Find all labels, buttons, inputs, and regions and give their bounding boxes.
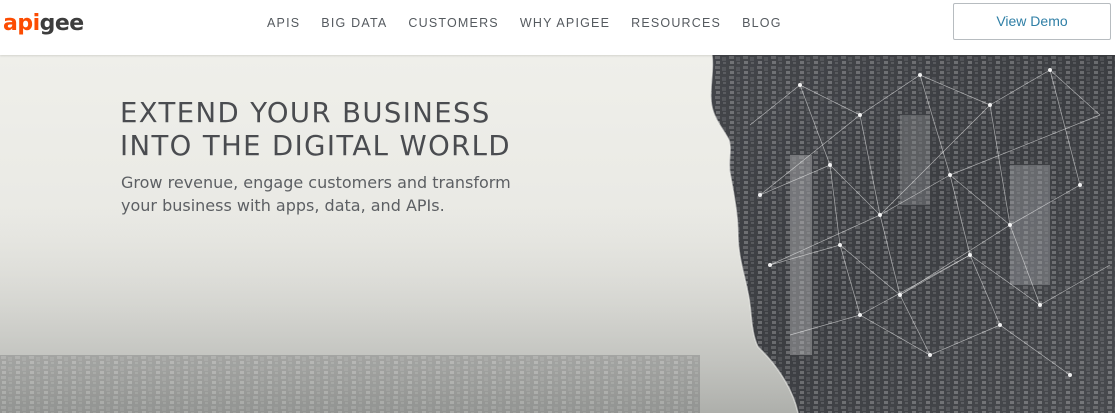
hero-subheadline-line-2: your business with apps, data, and APIs. [121, 196, 445, 215]
hero-banner: EXTEND YOUR BUSINESS INTO THE DIGITAL WO… [0, 55, 1115, 413]
hero-headline-line-2: INTO THE DIGITAL WORLD [120, 130, 511, 162]
nav-item-why-apigee[interactable]: WHY APIGEE [520, 16, 610, 30]
view-demo-button[interactable]: View Demo [953, 3, 1111, 40]
nav-item-customers[interactable]: CUSTOMERS [408, 16, 498, 30]
nav-item-blog[interactable]: BLOG [742, 16, 782, 30]
apigee-logo[interactable]: apigee [3, 10, 84, 38]
nav-item-resources[interactable]: RESOURCES [631, 16, 721, 30]
hero-subheadline: Grow revenue, engage customers and trans… [121, 171, 511, 217]
nav-item-big-data[interactable]: BIG DATA [321, 16, 387, 30]
main-nav: APIS BIG DATA CUSTOMERS WHY APIGEE RESOU… [267, 0, 782, 46]
hero-headline-line-1: EXTEND YOUR BUSINESS [120, 97, 491, 129]
hero-headline: EXTEND YOUR BUSINESS INTO THE DIGITAL WO… [120, 97, 511, 163]
nav-item-apis[interactable]: APIS [267, 16, 300, 30]
hero-subheadline-line-1: Grow revenue, engage customers and trans… [121, 173, 511, 192]
logo-rest-text: gee [39, 11, 85, 36]
logo-accent-text: api [3, 11, 40, 36]
top-navigation-bar: apigee APIS BIG DATA CUSTOMERS WHY APIGE… [0, 0, 1115, 55]
